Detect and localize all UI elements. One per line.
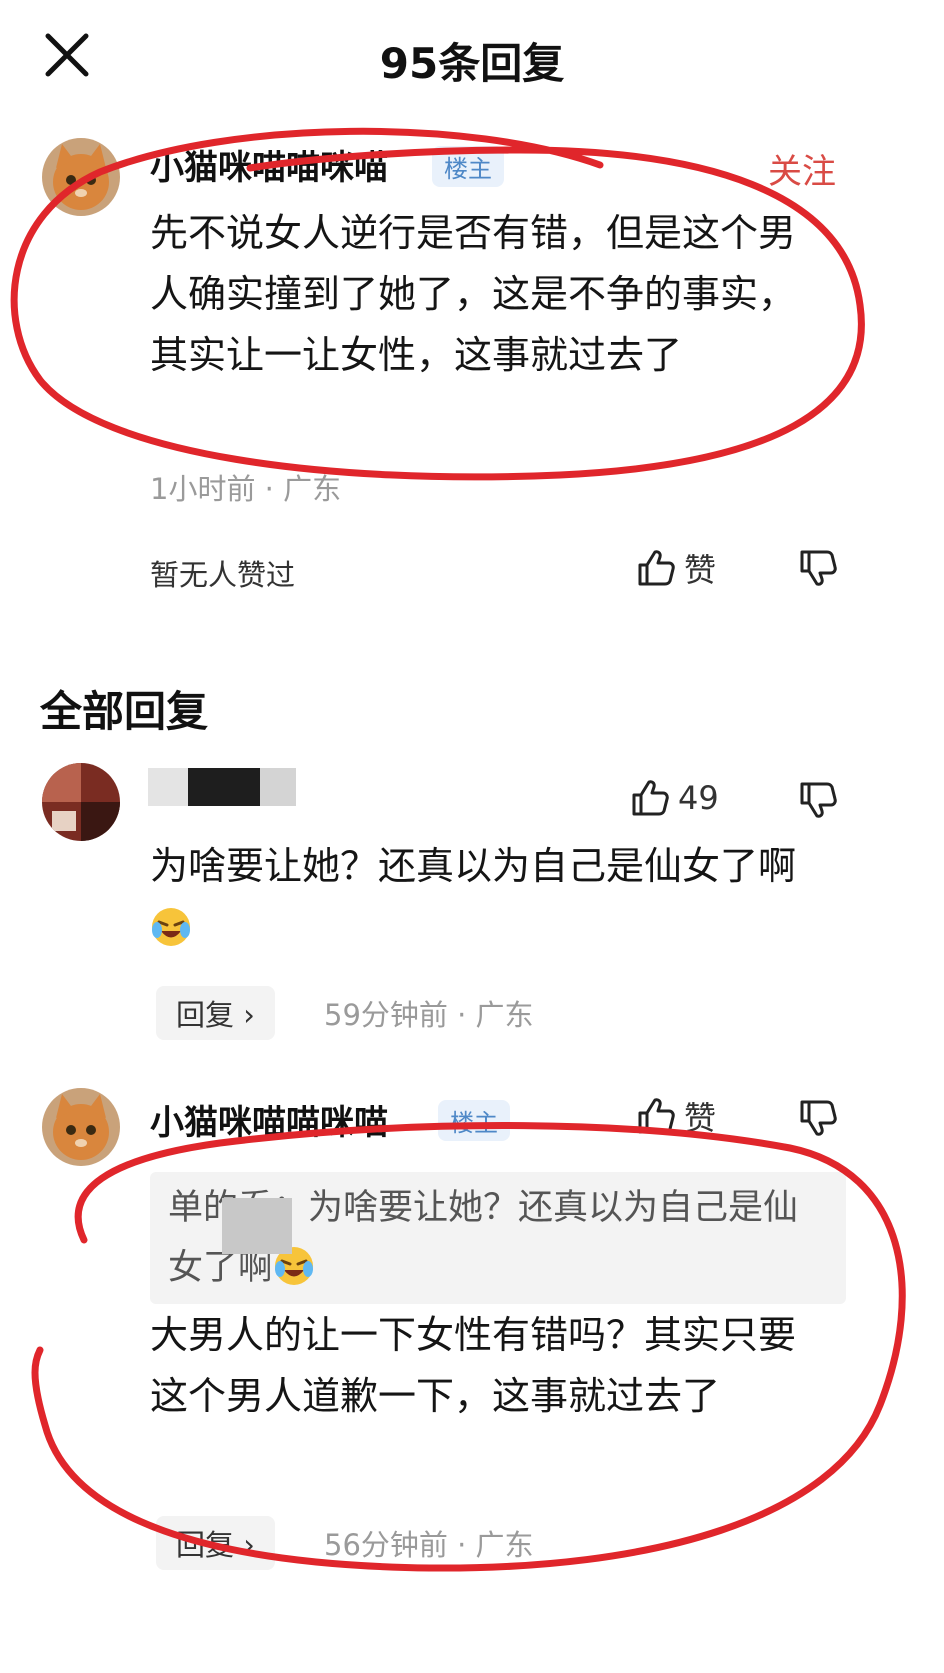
avatar[interactable]	[42, 138, 120, 216]
username[interactable]: 小猫咪喵喵咪喵	[150, 140, 388, 189]
thumb-up-icon	[638, 1098, 675, 1134]
reply-time-location: 59分钟前 · 广东	[324, 998, 534, 1032]
like-button[interactable]: 49	[630, 778, 719, 818]
no-likes-label: 暂无人赞过	[150, 558, 296, 592]
redacted-avatar	[222, 1198, 292, 1254]
reply-text: 大男人的让一下女性有错吗？其实只要这个男人道歉一下，这事就过去了	[150, 1313, 797, 1418]
comment-text: 先不说女人逆行是否有错，但是这个男人确实撞到了她了，这是不争的事实，其实让一让女…	[150, 211, 797, 377]
thumb-down-icon	[800, 1100, 837, 1136]
thumb-down-icon	[800, 550, 837, 586]
thumb-down-icon	[800, 782, 837, 818]
like-label: 赞	[684, 1099, 717, 1137]
user-avatar-icon	[42, 763, 120, 841]
section-title: 全部回复	[40, 687, 209, 736]
reply-button[interactable]: 回复 ›	[156, 1516, 275, 1570]
like-button[interactable]: 赞	[636, 545, 716, 591]
like-count: 49	[678, 779, 719, 817]
page-title: 95条回复	[379, 39, 565, 88]
thumb-up-icon	[638, 550, 675, 586]
reply-text: 为啥要让她？还真以为自己是仙女了啊	[150, 836, 830, 958]
like-label: 赞	[684, 551, 717, 589]
laughing-crying-emoji	[150, 905, 192, 947]
thumb-up-icon	[632, 780, 669, 816]
dislike-button[interactable]	[798, 1098, 838, 1142]
redacted-username	[148, 768, 298, 808]
comment-time-location: 1小时前 · 广东	[150, 472, 342, 506]
owner-badge: 楼主	[432, 146, 504, 187]
like-button[interactable]: 赞	[636, 1093, 716, 1139]
cat-avatar-icon	[42, 138, 120, 216]
reply-time-location: 56分钟前 · 广东	[324, 1528, 534, 1562]
avatar[interactable]	[42, 1088, 120, 1166]
avatar[interactable]	[42, 763, 120, 841]
username[interactable]: 小猫咪喵喵咪喵	[150, 1095, 388, 1144]
reply-button[interactable]: 回复 ›	[156, 986, 275, 1040]
follow-button[interactable]: 关注	[768, 144, 836, 193]
dislike-button[interactable]	[798, 548, 838, 592]
cat-avatar-icon	[42, 1088, 120, 1166]
owner-badge: 楼主	[438, 1100, 510, 1141]
dislike-button[interactable]	[798, 780, 838, 824]
